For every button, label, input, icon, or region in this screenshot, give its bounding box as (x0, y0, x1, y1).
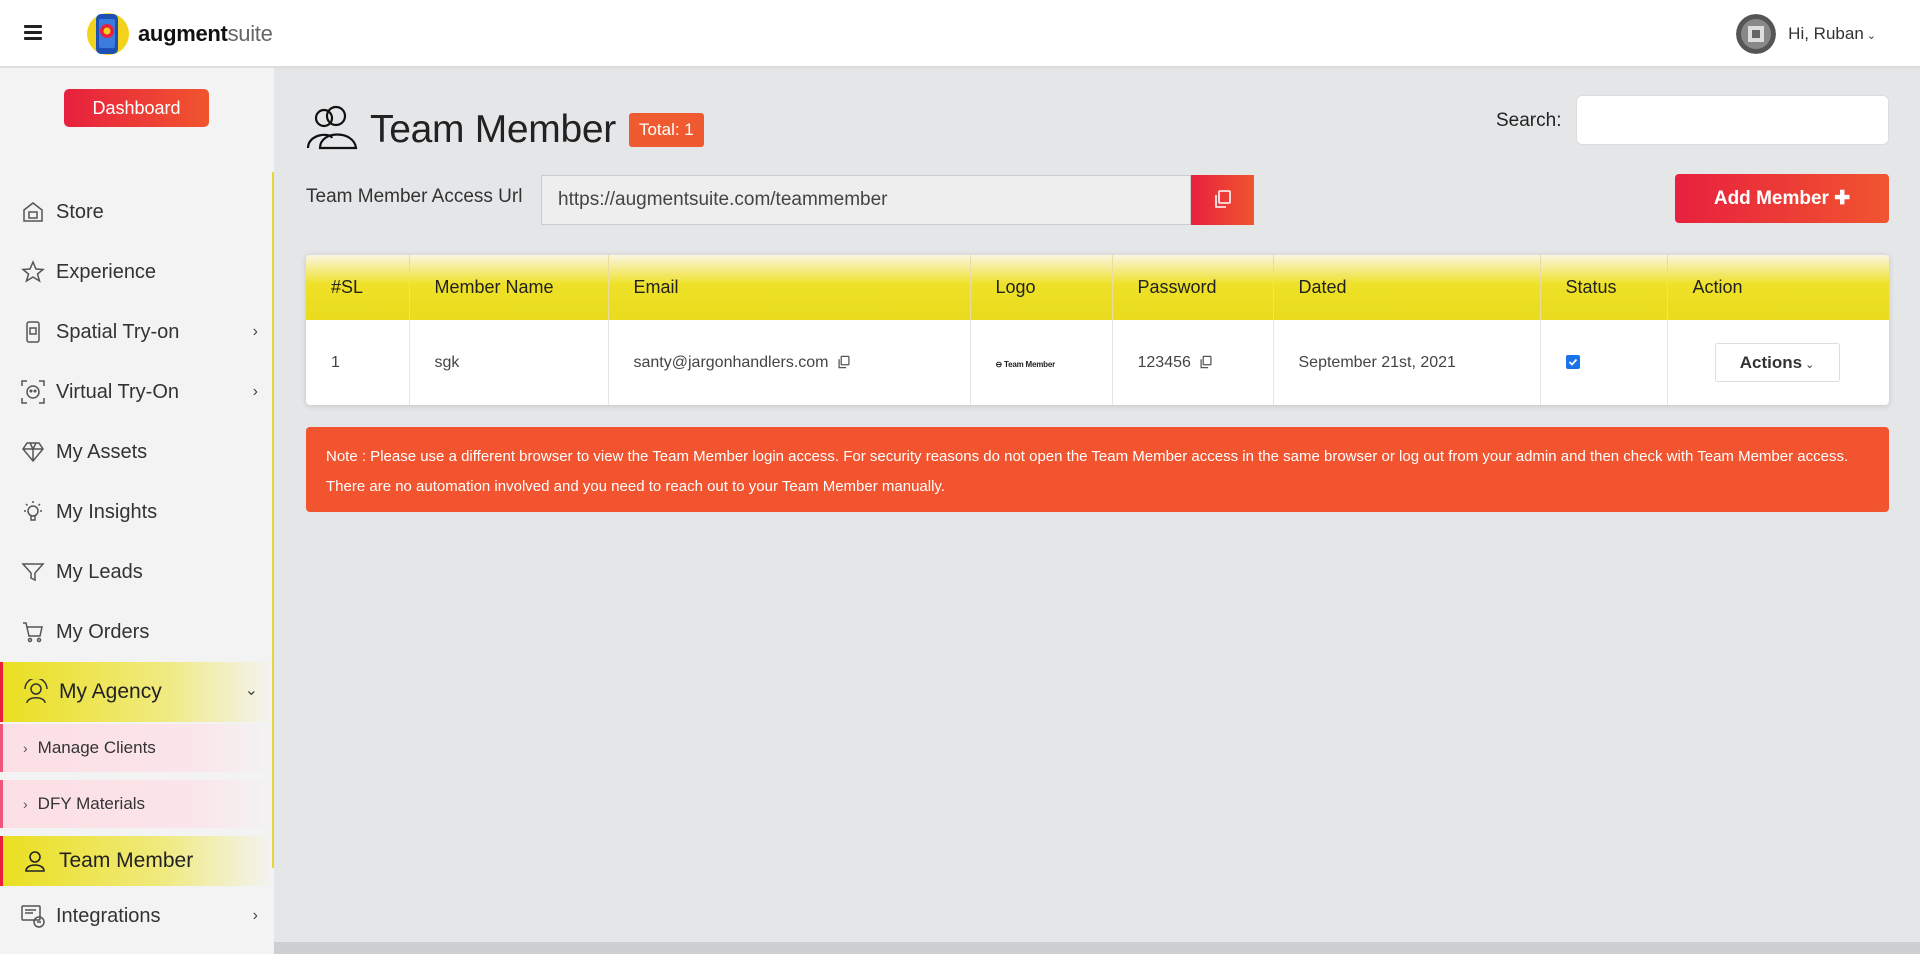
chevron-right-icon: › (23, 796, 28, 812)
brand-logo[interactable]: augmentsuite (86, 9, 273, 59)
actions-dropdown-button[interactable]: Actions ⌄ (1714, 343, 1840, 382)
diamond-icon (20, 439, 46, 465)
horizontal-scrollbar[interactable] (274, 942, 1920, 954)
cell-password: 123456 (1112, 320, 1274, 405)
col-header-logo: Logo (970, 255, 1113, 320)
sidebar-item-store[interactable]: Store (0, 182, 272, 242)
cell-action: Actions ⌄ (1667, 320, 1889, 405)
cell-member-name: sgk (409, 320, 609, 405)
chevron-right-icon: › (252, 907, 258, 924)
add-member-button[interactable]: Add Member ✚ (1675, 174, 1889, 223)
sidebar-item-team-member[interactable]: Team Member (0, 836, 272, 886)
cell-dated: September 21st, 2021 (1273, 320, 1541, 405)
team-member-icon (306, 104, 358, 155)
page-heading: Team Member Total: 1 (306, 104, 704, 155)
chevron-right-icon: › (252, 323, 258, 340)
page-title: Team Member (370, 107, 616, 151)
total-badge: Total: 1 (628, 112, 704, 147)
brand-name: augmentsuite (138, 21, 273, 46)
status-checkbox[interactable] (1565, 354, 1580, 369)
team-member-table: #SL Member Name Email Logo Password Date… (306, 255, 1889, 405)
sidebar-item-virtual-try-on[interactable]: Virtual Try-On › (0, 362, 272, 422)
sidebar-item-experience[interactable]: Experience (0, 242, 272, 302)
sidebar: Dashboard Store Experience Spatial Try-o… (0, 68, 274, 954)
member-logo-image: ⊖ Team Member (995, 359, 1056, 369)
access-url-label: Team Member Access Url (306, 186, 523, 207)
store-icon (20, 199, 46, 225)
cell-email: santy@jargonhandlers.com (608, 320, 971, 405)
agency-icon (23, 679, 49, 705)
table-row: 1 sgk santy@jargonhandlers.com ⊖ Team Me… (306, 320, 1889, 405)
search-input[interactable] (1576, 95, 1889, 145)
copy-url-button[interactable] (1191, 175, 1254, 225)
integrations-icon (20, 903, 46, 929)
sidebar-subitem-manage-clients[interactable]: › Manage Clients (0, 724, 272, 772)
copy-icon[interactable] (837, 355, 850, 369)
user-greeting: Hi, Ruban ⌄ (1788, 24, 1876, 43)
cell-sl: 1 (306, 320, 410, 405)
sidebar-item-spatial-try-on[interactable]: Spatial Try-on › (0, 302, 272, 362)
team-member-icon (23, 848, 49, 874)
search-label: Search: (1496, 110, 1562, 131)
cell-logo: ⊖ Team Member (970, 320, 1113, 405)
top-header: augmentsuite Hi, Ruban ⌄ (0, 0, 1920, 67)
avatar (1736, 14, 1777, 54)
user-menu[interactable]: Hi, Ruban ⌄ (1736, 14, 1876, 54)
col-header-password: Password (1112, 255, 1274, 320)
sidebar-item-integrations[interactable]: Integrations › (0, 886, 272, 946)
cell-status (1540, 320, 1668, 405)
sidebar-item-my-insights[interactable]: My Insights (0, 482, 272, 542)
funnel-icon (20, 559, 46, 585)
sidebar-nav: Store Experience Spatial Try-on › Virtua… (0, 182, 272, 946)
col-header-sl: #SL (306, 255, 410, 320)
col-header-action: Action (1692, 277, 1743, 297)
security-note: Note : Please use a different browser to… (306, 427, 1889, 512)
col-header-member-name: Member Name (409, 255, 609, 320)
copy-icon (1213, 189, 1233, 212)
ar-phone-icon (20, 319, 46, 345)
chevron-right-icon: › (252, 383, 258, 400)
chevron-down-icon: ⌄ (1805, 358, 1815, 371)
table-header-row: #SL Member Name Email Logo Password Date… (306, 255, 1889, 320)
star-icon (20, 259, 46, 285)
copy-icon[interactable] (1199, 355, 1212, 369)
col-header-email: Email (608, 255, 971, 320)
sidebar-item-my-assets[interactable]: My Assets (0, 422, 272, 482)
chevron-right-icon: › (23, 740, 28, 756)
access-url-field[interactable]: https://augmentsuite.com/teammember (541, 175, 1191, 225)
sidebar-item-my-leads[interactable]: My Leads (0, 542, 272, 602)
cart-icon (20, 619, 46, 645)
col-header-dated: Dated (1273, 255, 1541, 320)
sidebar-item-my-agency[interactable]: My Agency ⌄ (0, 662, 272, 722)
hamburger-menu-icon[interactable] (24, 25, 42, 41)
chevron-down-icon: ⌄ (1866, 30, 1876, 42)
bulb-icon (20, 499, 46, 525)
dashboard-button[interactable]: Dashboard (64, 89, 209, 127)
face-scan-icon (20, 379, 46, 405)
sidebar-item-my-orders[interactable]: My Orders (0, 602, 272, 662)
col-header-status: Status (1540, 255, 1668, 320)
brand-logo-icon (86, 9, 132, 59)
plus-icon: ✚ (1834, 188, 1851, 209)
chevron-down-icon: ⌄ (244, 682, 258, 699)
sidebar-subitem-dfy-materials[interactable]: › DFY Materials (0, 780, 272, 828)
